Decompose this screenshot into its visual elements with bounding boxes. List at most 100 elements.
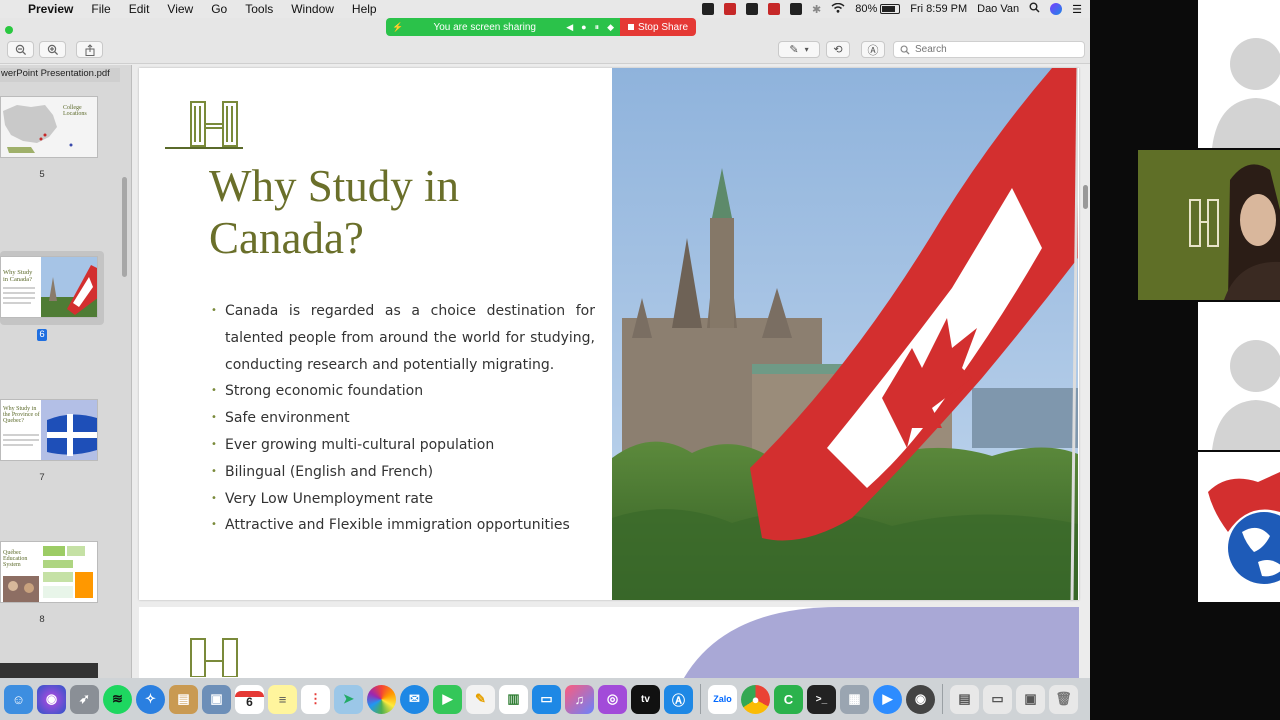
- chrome-icon[interactable]: ●: [741, 684, 770, 714]
- numbers-icon[interactable]: ▥: [499, 684, 528, 714]
- page-number-5[interactable]: 5: [32, 169, 52, 180]
- thumbnail-page-8[interactable]: Québec Education System: [0, 541, 98, 603]
- maps-icon[interactable]: ➤: [334, 684, 363, 714]
- participant-tile[interactable]: [1198, 302, 1280, 450]
- page-number-8[interactable]: 8: [32, 614, 52, 625]
- launchpad-icon[interactable]: ➶: [70, 684, 99, 714]
- zoom-tray-icon[interactable]: [702, 3, 715, 15]
- microphone-icon[interactable]: ●: [581, 22, 586, 32]
- safari-icon[interactable]: ✧: [136, 684, 165, 714]
- sidebar-scrollbar[interactable]: [122, 177, 127, 277]
- image-capture-icon[interactable]: ▦: [840, 684, 869, 714]
- battery-status[interactable]: 80%: [855, 3, 901, 15]
- messages-blue-icon[interactable]: ✉: [400, 684, 429, 714]
- bullet-text: Bilingual (English and French): [225, 463, 434, 480]
- security-shield-icon[interactable]: ◆: [607, 22, 614, 33]
- user-name[interactable]: Dao Van: [977, 3, 1019, 15]
- app-store-icon[interactable]: Ⓐ: [664, 684, 693, 714]
- stop-share-button[interactable]: Stop Share: [620, 18, 696, 36]
- thumbnail-page-6[interactable]: Why Study in Canada?: [0, 256, 98, 318]
- thumbnail-page-5[interactable]: College Locations: [0, 96, 98, 158]
- thumbnail-5-title: College Locations: [63, 105, 87, 117]
- pause-share-icon[interactable]: ⏸: [595, 22, 600, 33]
- preview-app-icon[interactable]: ▣: [202, 684, 231, 714]
- search-input[interactable]: [915, 44, 1075, 55]
- screenshots-stack-icon[interactable]: ▣: [1016, 684, 1045, 714]
- bluetooth-icon[interactable]: ✱: [812, 3, 821, 16]
- audio-icon[interactable]: ◀︎: [566, 22, 573, 33]
- bullet-dot-icon: •: [211, 412, 217, 424]
- markup-pen-button[interactable]: ✎ ▾: [778, 41, 820, 58]
- menu-edit[interactable]: Edit: [120, 2, 159, 16]
- calendar-icon[interactable]: 6: [235, 684, 264, 714]
- zoom-in-button[interactable]: [39, 41, 66, 58]
- downloads-stack-icon[interactable]: ▤: [950, 684, 979, 714]
- bullet-dot-icon: •: [211, 492, 217, 504]
- document-title[interactable]: werPoint Presentation.pdf: [0, 68, 120, 82]
- creative-cloud-icon[interactable]: [724, 3, 737, 15]
- reminders-icon[interactable]: ⋮: [301, 684, 330, 714]
- bullet-dot-icon: •: [211, 519, 217, 531]
- menu-file[interactable]: File: [82, 2, 119, 16]
- menu-tools[interactable]: Tools: [236, 2, 282, 16]
- trash-icon[interactable]: 🗑: [1049, 684, 1078, 714]
- menu-help[interactable]: Help: [343, 2, 386, 16]
- podcasts-icon[interactable]: ◎: [598, 684, 627, 714]
- finder-icon[interactable]: ☺: [4, 684, 33, 714]
- menu-app-preview[interactable]: Preview: [28, 2, 82, 16]
- siri-icon[interactable]: [1050, 3, 1063, 15]
- dock: ☺ ◉ ➶ ≋ ✧ ▤ ▣ 6 ≡ ⋮ ➤ ✉ ▶ ✎ ▥ ▭ ♫ ◎ tv Ⓐ…: [0, 678, 1090, 720]
- menu-go[interactable]: Go: [202, 2, 236, 16]
- contacts-icon[interactable]: ▤: [169, 684, 198, 714]
- screen-recorder-icon[interactable]: ◉: [906, 684, 935, 714]
- menu-view[interactable]: View: [158, 2, 202, 16]
- cloud-icon[interactable]: [746, 3, 759, 15]
- notes-icon[interactable]: ≡: [268, 684, 297, 714]
- bullet-dot-icon: •: [211, 305, 217, 316]
- utility-tray-icon[interactable]: [790, 3, 803, 15]
- zalo-icon[interactable]: Zalo: [708, 684, 737, 714]
- thumbnail-page-9[interactable]: [0, 663, 98, 678]
- share-button[interactable]: [76, 41, 103, 58]
- apple-tv-icon[interactable]: tv: [631, 684, 660, 714]
- chevron-down-icon: ▾: [804, 45, 809, 54]
- keynote-icon[interactable]: ▭: [532, 684, 561, 714]
- camtasia-icon[interactable]: C: [774, 684, 803, 714]
- college-logo-icon: [190, 638, 238, 677]
- college-logo-icon: [165, 101, 243, 149]
- thumbnail-page-7[interactable]: Why Study in the Province of Quebec?: [0, 399, 98, 461]
- page-number-6[interactable]: 6: [37, 329, 47, 341]
- participant-tile[interactable]: [1198, 0, 1280, 148]
- wifi-icon[interactable]: [831, 2, 845, 16]
- stop-square-icon: [627, 24, 634, 30]
- facetime-icon[interactable]: ▶: [433, 684, 462, 714]
- rotate-button[interactable]: ⟲: [826, 41, 850, 58]
- document-scrollbar[interactable]: [1083, 185, 1088, 209]
- spotify-icon[interactable]: ≋: [103, 684, 132, 714]
- terminal-icon[interactable]: >_: [807, 684, 836, 714]
- markup-icon: Ⓐ: [867, 44, 879, 57]
- participant-video[interactable]: [1138, 150, 1280, 300]
- markup-toolbar-button[interactable]: Ⓐ: [861, 41, 885, 58]
- window-zoom-button[interactable]: [5, 26, 13, 34]
- documents-stack-icon[interactable]: ▭: [983, 684, 1012, 714]
- page-number-7[interactable]: 7: [32, 472, 52, 483]
- bullet-text: Safe environment: [225, 410, 350, 427]
- notification-center-icon[interactable]: ☰: [1072, 3, 1082, 16]
- clock[interactable]: Fri 8:59 PM: [910, 3, 967, 15]
- zoom-out-button[interactable]: [7, 41, 34, 58]
- zoom-app-icon[interactable]: ▶: [873, 684, 902, 714]
- photos-icon[interactable]: [367, 684, 396, 714]
- recording-icon[interactable]: [768, 3, 781, 15]
- bullet-item: • Strong economic foundation: [211, 378, 595, 405]
- pages-icon[interactable]: ✎: [466, 684, 495, 714]
- participant-tile[interactable]: [1198, 452, 1280, 602]
- menu-window[interactable]: Window: [282, 2, 343, 16]
- bullet-text: Attractive and Flexible immigration oppo…: [225, 517, 570, 534]
- spotlight-search-icon[interactable]: [1029, 2, 1040, 16]
- siri-dock-icon[interactable]: ◉: [37, 684, 66, 714]
- music-icon[interactable]: ♫: [565, 684, 594, 714]
- bullet-item: • Bilingual (English and French): [211, 459, 595, 486]
- search-field[interactable]: [893, 41, 1085, 58]
- bullet-dot-icon: •: [211, 385, 217, 397]
